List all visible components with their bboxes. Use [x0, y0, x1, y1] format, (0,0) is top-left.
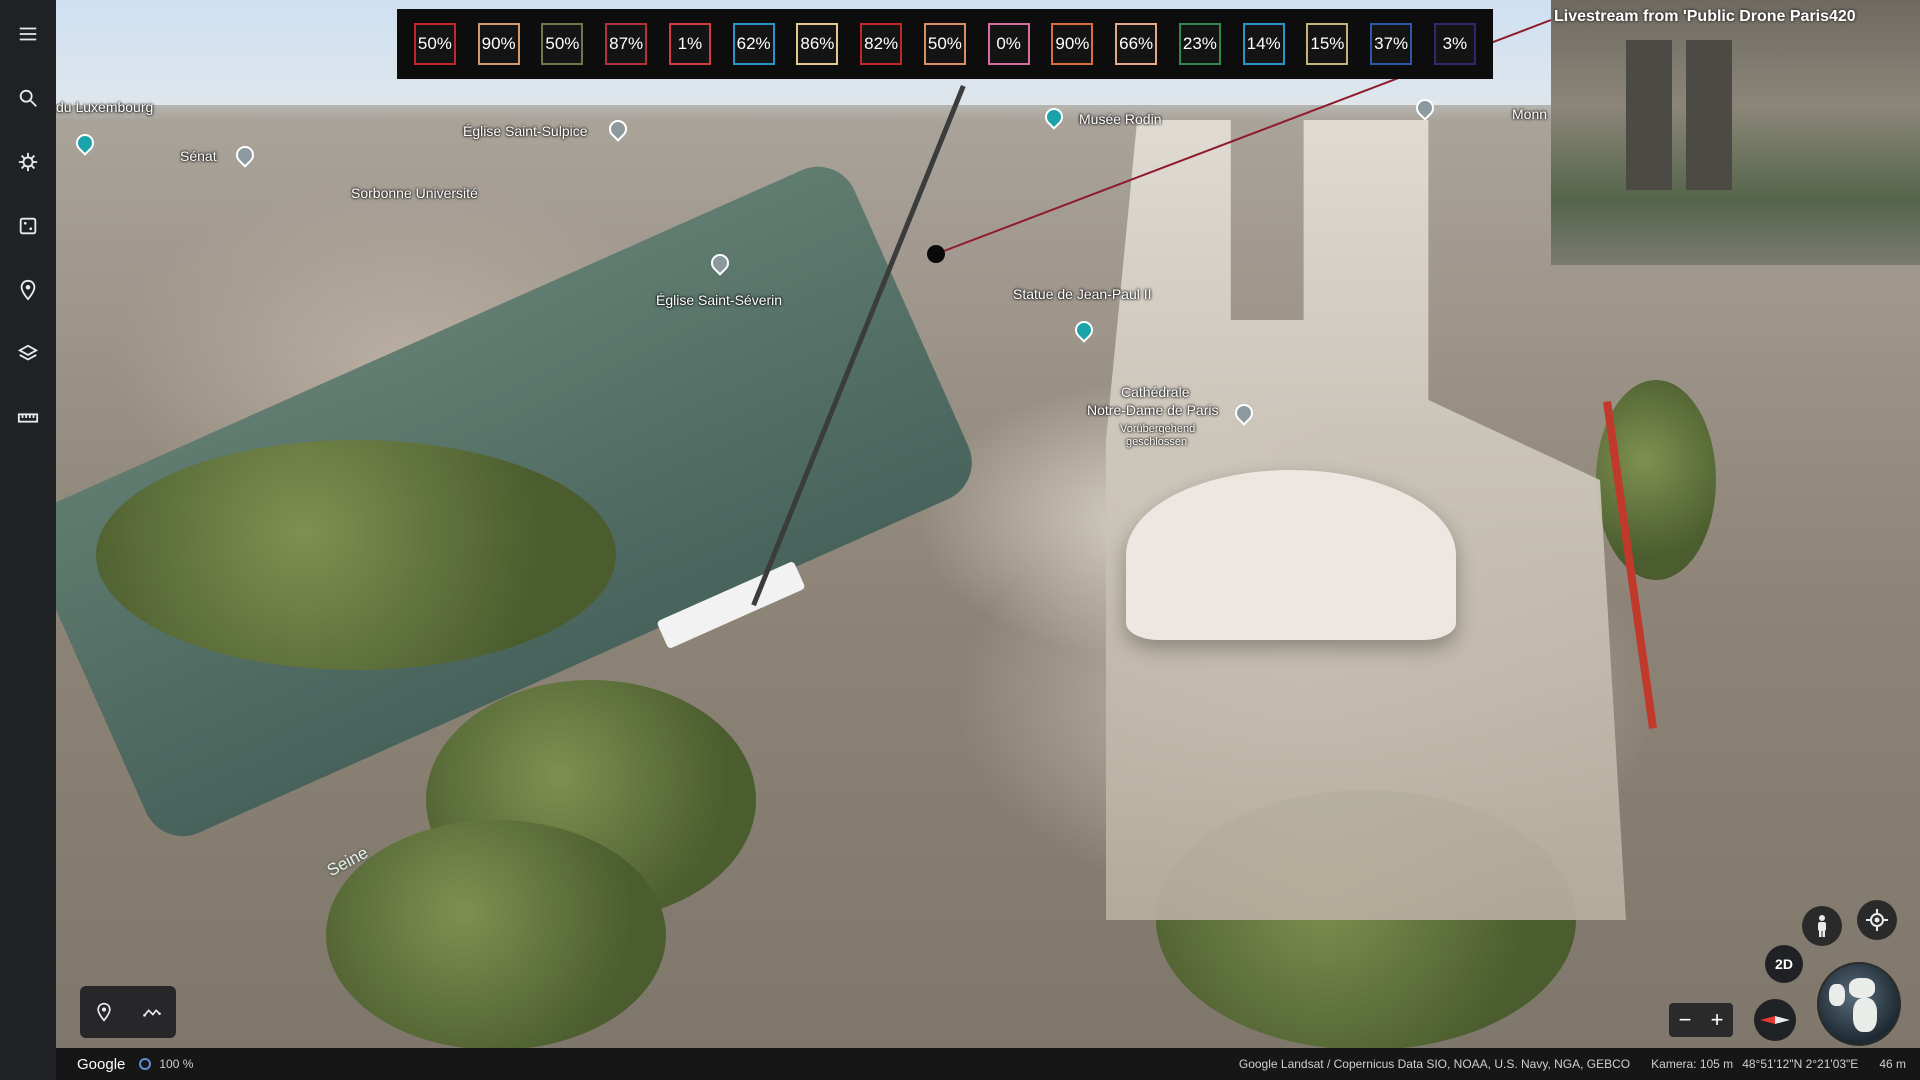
- measure-button[interactable]: [8, 398, 48, 438]
- percentage-bar: 50% 90% 50% 87% 1% 62% 86% 82% 50% 0% 90% 66% 23% 14%…: [397, 9, 1493, 79]
- feeling-lucky-icon: [19, 217, 37, 235]
- drawing-tools: [80, 986, 176, 1038]
- percentage-box: 3%: [1433, 23, 1476, 65]
- globe-land: [1849, 978, 1875, 998]
- loading-percent: 100 %: [159, 1057, 194, 1071]
- search-button[interactable]: [8, 78, 48, 118]
- attribution-text[interactable]: Google Landsat / Copernicus Data SIO, NO…: [1239, 1057, 1630, 1071]
- left-sidebar: [0, 0, 56, 1080]
- percentage-box: 87%: [605, 23, 648, 65]
- globe-land: [1853, 998, 1877, 1032]
- draw-path-icon[interactable]: [142, 1002, 162, 1022]
- livestream-title: Livestream from 'Public Drone Paris420: [1554, 8, 1856, 25]
- percentage-box: 37%: [1370, 23, 1413, 65]
- ground-altitude: 46 m: [1879, 1057, 1906, 1071]
- percentage-box: 0%: [987, 23, 1030, 65]
- drone-marker[interactable]: [927, 245, 945, 263]
- globe-land: [1829, 984, 1845, 1006]
- loading-indicator-icon: [139, 1058, 152, 1070]
- percentage-box: 14%: [1242, 23, 1285, 65]
- percentage-box: 86%: [796, 23, 839, 65]
- voyager-icon: [18, 152, 38, 172]
- add-placemark-icon[interactable]: [94, 1002, 114, 1022]
- google-logo: Google: [77, 1055, 126, 1073]
- map-style-button[interactable]: [8, 334, 48, 374]
- my-location-button[interactable]: [1857, 900, 1897, 940]
- zoom-in-button[interactable]: +: [1711, 1007, 1724, 1033]
- locate-icon: [1866, 909, 1888, 931]
- percentage-box: 50%: [413, 23, 456, 65]
- percentage-box: 50%: [923, 23, 966, 65]
- pegman-icon: [1818, 915, 1826, 937]
- camera-altitude: Kamera: 105 m: [1651, 1057, 1734, 1071]
- percentage-box: 90%: [1051, 23, 1094, 65]
- menu-icon: [19, 27, 37, 41]
- percentage-box: 66%: [1115, 23, 1158, 65]
- map-style-icon: [17, 344, 39, 361]
- pegman-button[interactable]: [1802, 906, 1842, 946]
- toggle-2d-button[interactable]: 2D: [1765, 945, 1803, 983]
- zoom-out-button[interactable]: −: [1679, 1007, 1692, 1033]
- measure-icon: [17, 413, 39, 423]
- tower: [1626, 40, 1672, 190]
- compass-icon: [1760, 1016, 1790, 1024]
- projects-icon: [20, 279, 36, 301]
- percentage-box: 1%: [668, 23, 711, 65]
- percentage-box: 90%: [477, 23, 520, 65]
- voyager-button[interactable]: [8, 142, 48, 182]
- status-bar: Google 100 % Google Landsat / Copernicus…: [56, 1048, 1920, 1080]
- mini-globe[interactable]: [1817, 962, 1901, 1046]
- projects-button[interactable]: [8, 270, 48, 310]
- percentage-box: 50%: [541, 23, 584, 65]
- percentage-box: 15%: [1306, 23, 1349, 65]
- livestream-video[interactable]: [1551, 0, 1920, 265]
- percentage-box: 82%: [860, 23, 903, 65]
- percentage-box: 62%: [732, 23, 775, 65]
- tower: [1686, 40, 1732, 190]
- zoom-control: − +: [1669, 1003, 1733, 1037]
- random-location-button[interactable]: [8, 206, 48, 246]
- coordinates: 48°51'12"N 2°21'03"E: [1742, 1057, 1859, 1071]
- menu-button[interactable]: [8, 14, 48, 54]
- search-icon: [19, 89, 37, 107]
- percentage-box: 23%: [1178, 23, 1221, 65]
- compass-button[interactable]: [1754, 999, 1796, 1041]
